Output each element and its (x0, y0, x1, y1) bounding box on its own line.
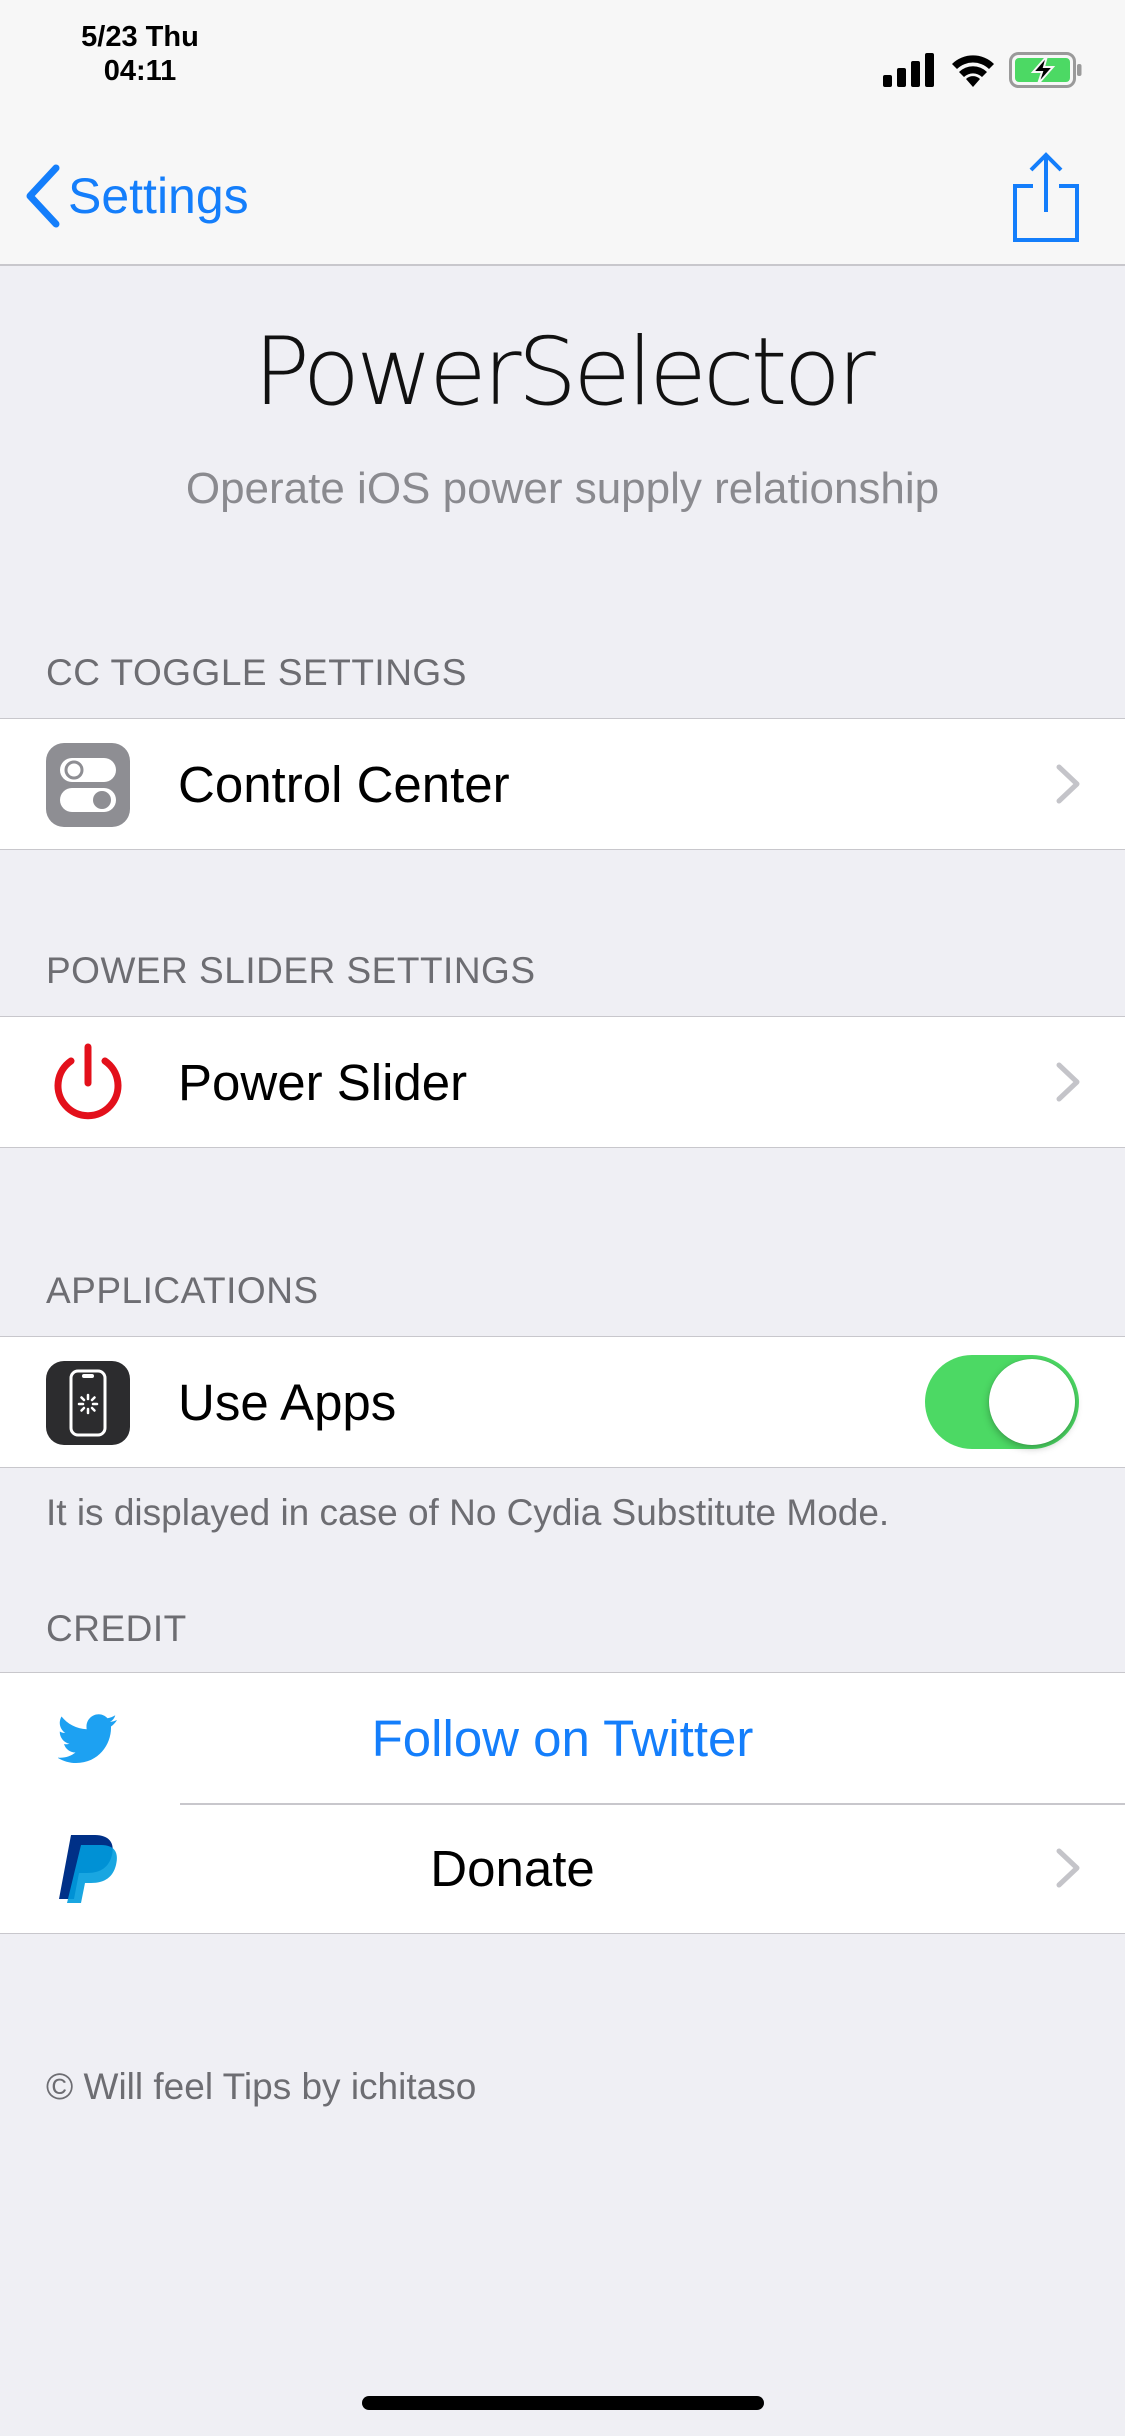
toggle-knob (989, 1359, 1075, 1445)
control-center-icon (46, 743, 130, 827)
control-center-label: Control Center (178, 755, 510, 813)
power-slider-row[interactable]: Power Slider (0, 1017, 1125, 1147)
follow-twitter-label: Follow on Twitter (371, 1709, 754, 1767)
power-slider-label: Power Slider (178, 1053, 468, 1111)
battery-charging-icon (1009, 52, 1082, 88)
page-subtitle: Operate iOS power supply relationship (185, 464, 940, 513)
status-icons (883, 50, 1083, 90)
use-apps-label: Use Apps (178, 1373, 397, 1431)
section-header-applications: APPLICATIONS (46, 1270, 319, 1311)
chevron-right-icon (1056, 1848, 1080, 1888)
status-clock: 5/23 Thu 04:11 (60, 20, 220, 88)
section-header-cc-toggle: CC TOGGLE SETTINGS (46, 652, 467, 693)
use-apps-toggle[interactable] (925, 1355, 1079, 1449)
copyright-text: © Will feel Tips by ichitaso (46, 2066, 477, 2107)
back-button[interactable]: Settings (22, 160, 249, 232)
power-icon (46, 1041, 130, 1125)
donate-row[interactable]: Donate (0, 1803, 1125, 1933)
group-credit: Follow on Twitter Donate (0, 1672, 1125, 1934)
group-cc-toggle: Control Center (0, 718, 1125, 850)
share-button[interactable] (1011, 152, 1081, 244)
chevron-right-icon (1056, 1062, 1080, 1102)
chevron-left-icon (26, 164, 60, 228)
follow-twitter-row[interactable]: Follow on Twitter (0, 1673, 1125, 1803)
donate-label: Donate (430, 1839, 595, 1897)
chevron-right-icon (1056, 764, 1080, 804)
wifi-icon (952, 55, 994, 87)
top-bar: 5/23 Thu 04:11 Settings (0, 0, 1125, 266)
section-header-credit: CREDIT (46, 1608, 187, 1649)
page-title: PowerSelector (253, 318, 875, 427)
cellular-signal-icon (883, 53, 934, 87)
share-icon (1013, 152, 1079, 242)
control-center-row[interactable]: Control Center (0, 719, 1125, 849)
use-apps-row: Use Apps (0, 1337, 1125, 1467)
home-indicator[interactable] (362, 2396, 764, 2410)
status-time: 04:11 (103, 55, 177, 87)
section-header-power-slider: POWER SLIDER SETTINGS (46, 950, 536, 991)
back-label: Settings (68, 168, 249, 224)
status-date: 5/23 Thu (81, 21, 199, 53)
group-power-slider: Power Slider (0, 1016, 1125, 1148)
applications-footer-note: It is displayed in case of No Cydia Subs… (46, 1492, 890, 1533)
phone-respring-icon (46, 1361, 130, 1445)
group-applications: Use Apps (0, 1336, 1125, 1468)
